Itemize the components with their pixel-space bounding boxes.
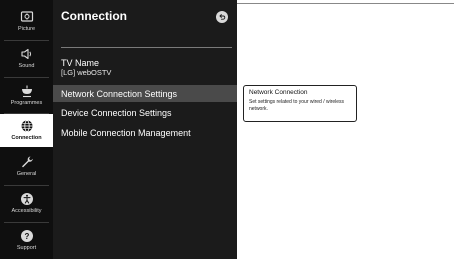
sidebar-item-programmes[interactable]: Programmes: [0, 80, 53, 112]
tv-name-label: TV Name: [61, 58, 100, 68]
connection-settings-panel: Connection TV Name [LG] webOSTV Network …: [53, 0, 237, 259]
rail-divider: [4, 185, 49, 186]
menu-item-device-connection-settings[interactable]: Device Connection Settings: [53, 104, 237, 121]
antenna-icon: [21, 85, 32, 98]
back-button[interactable]: [216, 11, 228, 23]
menu-item-label: Mobile Connection Management: [61, 127, 191, 138]
settings-category-rail: Picture Sound Programmes Connection Gene…: [0, 0, 53, 259]
title-divider: [61, 47, 232, 48]
sidebar-item-picture[interactable]: Picture: [0, 6, 53, 38]
menu-item-label: Device Connection Settings: [61, 107, 172, 118]
globe-icon: [21, 120, 32, 132]
support-icon: ?: [20, 230, 33, 242]
sidebar-item-label: Accessibility: [11, 208, 42, 214]
menu-item-mobile-connection-management[interactable]: Mobile Connection Management: [53, 124, 237, 141]
top-divider: [237, 3, 454, 4]
rail-divider: [4, 77, 49, 78]
sidebar-item-label: Picture: [17, 26, 36, 32]
help-tooltip: Network Connection Set settings related …: [243, 85, 357, 122]
sidebar-item-general[interactable]: General: [0, 151, 53, 183]
sidebar-item-accessibility[interactable]: Accessibility: [0, 188, 53, 220]
back-icon: [219, 14, 226, 20]
sidebar-item-label: General: [16, 171, 37, 177]
sidebar-item-label: Support: [16, 245, 37, 251]
tv-settings-screen: Picture Sound Programmes Connection Gene…: [0, 0, 454, 259]
tooltip-title: Network Connection: [249, 89, 308, 96]
tv-name-value: [LG] webOSTV: [61, 68, 112, 77]
sidebar-item-support[interactable]: ? Support: [0, 225, 53, 257]
sidebar-item-label: Programmes: [10, 100, 43, 106]
sidebar-item-connection[interactable]: Connection: [0, 114, 53, 147]
rail-divider: [4, 222, 49, 223]
menu-item-label: Network Connection Settings: [61, 88, 178, 99]
sidebar-item-label: Connection: [11, 135, 42, 141]
accessibility-icon: [20, 193, 33, 205]
tooltip-description: Set settings related to your wired / wir…: [249, 99, 345, 112]
rail-divider: [4, 40, 49, 41]
wrench-icon: [21, 156, 33, 168]
sidebar-item-label: Sound: [18, 63, 35, 69]
speaker-icon: [20, 48, 31, 60]
menu-item-network-connection-settings[interactable]: Network Connection Settings: [53, 85, 237, 102]
sidebar-item-sound[interactable]: Sound: [0, 43, 53, 75]
page-title: Connection: [61, 9, 127, 23]
picture-icon: [20, 11, 33, 22]
svg-text:?: ?: [24, 232, 29, 241]
